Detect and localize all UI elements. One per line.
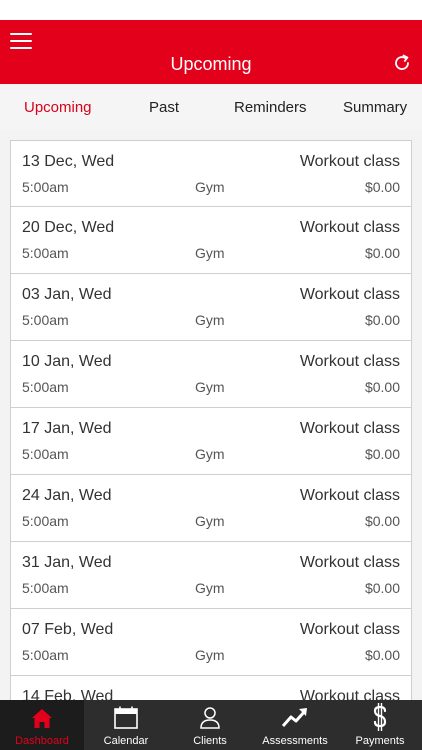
nav-dashboard[interactable]: Dashboard xyxy=(0,700,84,750)
session-location: Gym xyxy=(195,446,225,462)
session-location: Gym xyxy=(195,312,225,328)
session-list-inner: 13 Dec, Wed Workout class 5:00am Gym $0.00 20… xyxy=(10,140,412,700)
session-date: 13 Dec, Wed xyxy=(22,153,115,170)
calendar-icon xyxy=(114,706,138,729)
nav-calendar[interactable]: Calendar xyxy=(84,700,168,750)
home-icon xyxy=(32,709,52,728)
session-location: Gym xyxy=(195,245,225,261)
session-date: 24 Jan, Wed xyxy=(22,487,112,504)
session-location: Gym xyxy=(195,580,225,596)
session-row[interactable]: 31 Jan, Wed Workout class 5:00am Gym $0.00 xyxy=(10,542,412,609)
session-date: 31 Jan, Wed xyxy=(22,554,112,571)
session-date: 20 Dec, Wed xyxy=(22,219,115,236)
session-date: 14 Feb, Wed xyxy=(22,688,114,700)
session-location: Gym xyxy=(195,513,225,529)
nav-label-assessments: Assessments xyxy=(262,735,328,747)
nav-assessments[interactable]: Assessments xyxy=(252,700,338,750)
session-list[interactable]: 13 Dec, Wed Workout class 5:00am Gym $0.00 20… xyxy=(0,130,422,700)
nav-label-calendar: Calendar xyxy=(103,735,149,747)
session-row[interactable]: 07 Feb, Wed Workout class 5:00am Gym $0.00 xyxy=(10,609,412,676)
session-time: 5:00am xyxy=(22,312,69,328)
session-row[interactable]: 14 Feb, Wed Workout class xyxy=(10,676,412,700)
session-row[interactable]: 20 Dec, Wed Workout class 5:00am Gym $0.00 xyxy=(10,207,412,274)
session-type: Workout class xyxy=(299,554,400,571)
nav-payments[interactable]: Payments xyxy=(338,700,422,750)
bottom-navigation: Dashboard Calendar Clients Assessments P… xyxy=(0,700,422,750)
session-price: $0.00 xyxy=(364,245,400,261)
session-price: $0.00 xyxy=(364,312,400,328)
page-title: Upcoming xyxy=(170,54,252,74)
tab-reminders[interactable]: Reminders xyxy=(234,99,307,116)
session-location: Gym xyxy=(195,179,225,195)
session-time: 5:00am xyxy=(22,580,69,596)
tab-upcoming[interactable]: Upcoming xyxy=(24,99,92,116)
status-bar-area xyxy=(0,0,422,20)
session-location: Gym xyxy=(195,647,225,663)
nav-label-dashboard: Dashboard xyxy=(15,735,69,747)
session-type: Workout class xyxy=(299,621,400,638)
session-row[interactable]: 24 Jan, Wed Workout class 5:00am Gym $0.00 xyxy=(10,475,412,542)
session-location: Gym xyxy=(195,379,225,395)
hamburger-menu-icon[interactable] xyxy=(10,33,32,49)
session-time: 5:00am xyxy=(22,179,69,195)
session-date: 07 Feb, Wed xyxy=(22,621,114,638)
trending-up-icon xyxy=(282,708,307,727)
session-price: $0.00 xyxy=(364,647,400,663)
session-price: $0.00 xyxy=(364,513,400,529)
tab-bar: Upcoming Past Reminders Summary xyxy=(0,84,422,130)
tab-past[interactable]: Past xyxy=(149,99,179,116)
session-row[interactable]: 03 Jan, Wed Workout class 5:00am Gym $0.00 xyxy=(10,274,412,341)
refresh-icon[interactable] xyxy=(392,53,412,73)
nav-clients[interactable]: Clients xyxy=(168,700,252,750)
nav-label-clients: Clients xyxy=(193,735,227,747)
session-type: Workout class xyxy=(299,286,400,303)
session-type: Workout class xyxy=(299,487,400,504)
session-price: $0.00 xyxy=(364,446,400,462)
dollar-icon xyxy=(373,703,387,731)
session-time: 5:00am xyxy=(22,647,69,663)
nav-label-payments: Payments xyxy=(355,735,405,747)
session-type: Workout class xyxy=(299,219,400,236)
session-type: Workout class xyxy=(299,353,400,370)
session-type: Workout class xyxy=(299,420,400,437)
session-row[interactable]: 17 Jan, Wed Workout class 5:00am Gym $0.00 xyxy=(10,408,412,475)
session-type: Workout class xyxy=(299,153,400,170)
session-time: 5:00am xyxy=(22,245,69,261)
session-time: 5:00am xyxy=(22,379,69,395)
session-price: $0.00 xyxy=(364,379,400,395)
session-row[interactable]: 10 Jan, Wed Workout class 5:00am Gym $0.00 xyxy=(10,341,412,408)
session-type: Workout class xyxy=(299,688,400,700)
session-time: 5:00am xyxy=(22,513,69,529)
session-time: 5:00am xyxy=(22,446,69,462)
session-row[interactable]: 13 Dec, Wed Workout class 5:00am Gym $0.00 xyxy=(10,140,412,207)
session-date: 17 Jan, Wed xyxy=(22,420,112,437)
app-header: Upcoming xyxy=(0,20,422,84)
session-date: 03 Jan, Wed xyxy=(22,286,112,303)
person-icon xyxy=(200,707,220,729)
session-price: $0.00 xyxy=(364,580,400,596)
session-date: 10 Jan, Wed xyxy=(22,353,112,370)
tab-summary[interactable]: Summary xyxy=(343,99,407,116)
session-price: $0.00 xyxy=(364,179,400,195)
